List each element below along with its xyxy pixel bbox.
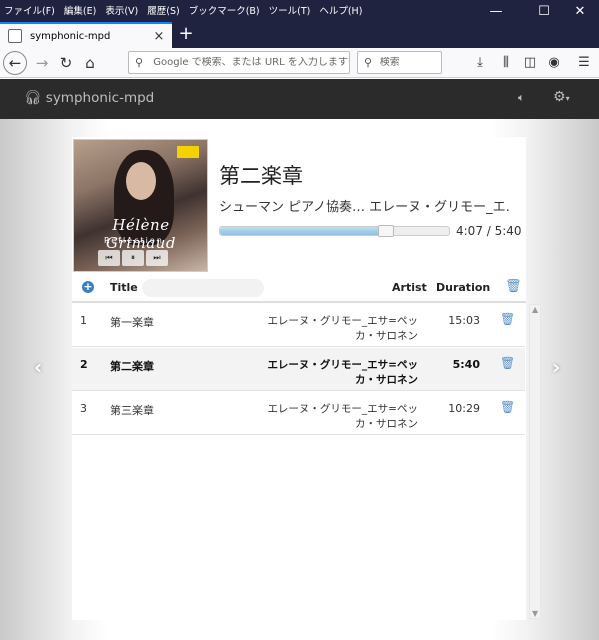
library-icon[interactable]: ⫼ <box>497 54 515 72</box>
playlist-scrollbar[interactable]: ▲ ▼ <box>529 304 541 619</box>
now-playing-subtitle: シューマン ピアノ協奏… エレーヌ・グリモー_エ… <box>219 200 511 215</box>
menu-file[interactable]: ファイル(F) <box>4 3 55 17</box>
menu-bar: ファイル(F) 編集(E) 表示(V) 履歴(S) ブックマーク(B) ツール(… <box>4 3 362 17</box>
tab-symphonic-mpd[interactable]: symphonic-mpd × <box>0 22 172 48</box>
track-artist: エレーヌ・グリモー_エサ=ペッカ・サロネン <box>267 315 418 342</box>
next-arrow-icon[interactable]: › <box>552 355 560 379</box>
scroll-down-icon[interactable]: ▼ <box>532 609 538 618</box>
delete-icon[interactable]: 🗑︎ <box>500 356 515 370</box>
menu-edit[interactable]: 編集(E) <box>64 3 96 17</box>
close-window-button[interactable]: ✕ <box>560 0 599 22</box>
album-art: Hélène Grimaud Reflection ⏮︎ ⏸︎ ⏭︎ <box>73 139 208 272</box>
volume-icon[interactable]: 🔈︎ <box>518 91 525 105</box>
hamburger-menu-icon[interactable]: ☰ <box>575 54 593 72</box>
now-playing-title: 第二楽章 <box>219 164 303 188</box>
account-icon[interactable]: ◉ <box>545 54 563 72</box>
app-brand[interactable]: 🎧︎ symphonic-mpd <box>24 90 154 106</box>
tab-title: symphonic-mpd <box>30 30 111 42</box>
scroll-up-icon[interactable]: ▲ <box>532 305 538 314</box>
track-duration: 15:03 <box>448 314 480 327</box>
reload-icon[interactable]: ↻ <box>54 51 78 75</box>
track-number: 3 <box>80 402 87 415</box>
back-icon[interactable]: ← <box>3 51 27 75</box>
gear-icon[interactable]: ⚙▾ <box>553 89 570 105</box>
album-art-artist: Hélène Grimaud <box>106 216 176 252</box>
menu-history[interactable]: 履歴(S) <box>147 3 179 17</box>
playlist-row[interactable]: 1 第一楽章 エレーヌ・グリモー_エサ=ペッカ・サロネン 15:03 🗑︎ <box>72 304 525 347</box>
home-icon[interactable]: ⌂ <box>78 51 102 75</box>
new-tab-button[interactable]: + <box>176 24 196 44</box>
minimize-button[interactable]: — <box>476 0 516 22</box>
previous-track-icon[interactable]: ⏮︎ <box>98 250 120 266</box>
track-number: 1 <box>80 314 87 327</box>
column-duration-header[interactable]: Duration <box>436 281 490 294</box>
url-bar[interactable]: ⚲ <box>128 51 350 74</box>
navigation-bar: ← → ↻ ⌂ ⚲ ⚲ ⤓ ⫼ ◫ ◉ ☰ <box>0 48 599 78</box>
playlist-header: + Title Artist Duration 🗑︎ <box>72 278 526 303</box>
delete-icon[interactable]: 🗑︎ <box>500 312 515 326</box>
next-track-icon[interactable]: ⏭︎ <box>146 250 168 266</box>
filter-input[interactable] <box>142 279 264 297</box>
search-icon: ⚲ <box>135 56 144 69</box>
sidebar-icon[interactable]: ◫ <box>521 54 539 72</box>
playback-controls: ⏮︎ ⏸︎ ⏭︎ <box>98 250 168 266</box>
track-artist: エレーヌ・グリモー_エサ=ペッカ・サロネン <box>267 359 418 386</box>
window-titlebar: ファイル(F) 編集(E) 表示(V) 履歴(S) ブックマーク(B) ツール(… <box>0 0 599 22</box>
column-title-header[interactable]: Title <box>110 281 138 294</box>
label-logo <box>177 146 199 158</box>
menu-help[interactable]: ヘルプ(H) <box>319 3 362 17</box>
track-duration: 5:40 <box>452 358 480 371</box>
url-input[interactable] <box>153 57 349 68</box>
progress-bar[interactable] <box>219 225 450 237</box>
track-title: 第一楽章 <box>110 316 154 329</box>
time-display: 4:07 / 5:40 <box>456 224 522 238</box>
album-art-face <box>126 162 156 200</box>
track-duration: 10:29 <box>448 402 480 415</box>
forward-icon[interactable]: → <box>30 51 54 75</box>
menu-bookmarks[interactable]: ブックマーク(B) <box>189 3 260 17</box>
tab-strip: symphonic-mpd × + <box>0 22 599 48</box>
page-icon <box>8 29 22 43</box>
tab-close-icon[interactable]: × <box>150 29 168 44</box>
clear-playlist-icon[interactable]: 🗑︎ <box>505 279 522 294</box>
headphones-icon: 🎧︎ <box>24 90 42 106</box>
search-bar[interactable]: ⚲ <box>357 51 442 74</box>
album-art-title: Reflection <box>104 236 164 245</box>
progress-handle[interactable] <box>378 225 395 237</box>
search-input[interactable] <box>379 57 441 68</box>
track-title: 第三楽章 <box>110 404 154 417</box>
menu-view[interactable]: 表示(V) <box>105 3 138 17</box>
add-icon[interactable]: + <box>82 281 94 293</box>
track-number: 2 <box>80 358 88 371</box>
search-icon: ⚲ <box>364 56 373 69</box>
downloads-icon[interactable]: ⤓ <box>471 54 489 72</box>
app-brand-name: symphonic-mpd <box>45 90 155 106</box>
track-artist: エレーヌ・グリモー_エサ=ペッカ・サロネン <box>267 403 418 430</box>
previous-arrow-icon[interactable]: ‹ <box>34 355 42 379</box>
playlist-row-current[interactable]: 2 第二楽章 エレーヌ・グリモー_エサ=ペッカ・サロネン 5:40 🗑︎ <box>72 348 525 391</box>
track-title: 第二楽章 <box>110 360 154 373</box>
app-header: 🎧︎ symphonic-mpd 🔈︎ ⚙▾ <box>0 79 599 119</box>
pause-icon[interactable]: ⏸︎ <box>122 250 144 266</box>
maximize-button[interactable]: ☐ <box>524 0 564 22</box>
delete-icon[interactable]: 🗑︎ <box>500 400 515 414</box>
playlist-row[interactable]: 3 第三楽章 エレーヌ・グリモー_エサ=ペッカ・サロネン 10:29 🗑︎ <box>72 392 525 435</box>
progress-fill <box>220 227 387 235</box>
menu-tools[interactable]: ツール(T) <box>269 3 311 17</box>
column-artist-header[interactable]: Artist <box>392 281 427 294</box>
